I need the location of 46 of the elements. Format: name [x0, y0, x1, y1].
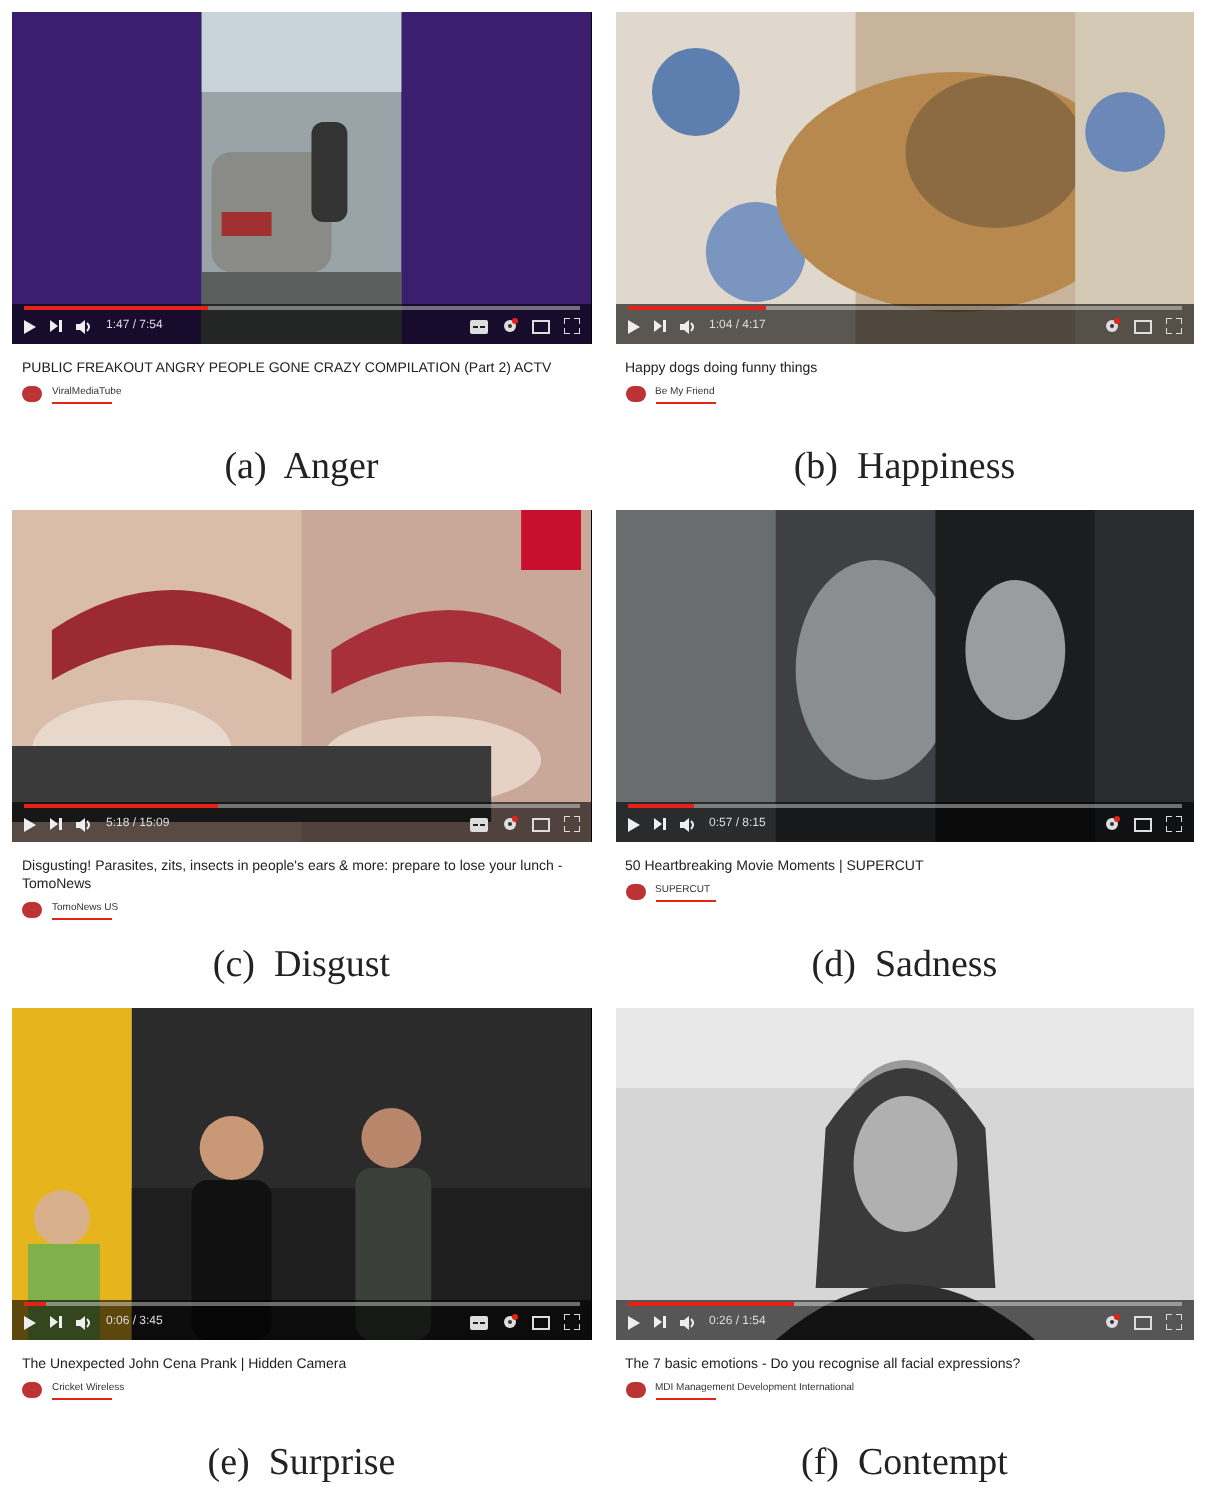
- next-icon[interactable]: [653, 320, 665, 332]
- next-icon[interactable]: [653, 1316, 665, 1328]
- next-icon[interactable]: [653, 818, 665, 830]
- volume-icon[interactable]: [76, 1315, 92, 1329]
- channel-avatar: [22, 386, 42, 402]
- channel-avatar: [22, 902, 42, 918]
- settings-icon[interactable]: [501, 318, 517, 334]
- settings-icon[interactable]: [501, 816, 517, 832]
- play-icon[interactable]: [627, 1315, 639, 1329]
- theater-icon[interactable]: [1134, 319, 1152, 333]
- play-icon[interactable]: [24, 817, 36, 831]
- fullscreen-icon[interactable]: [1166, 816, 1182, 832]
- play-icon[interactable]: [627, 817, 639, 831]
- volume-icon[interactable]: [76, 319, 92, 333]
- figure-caption: (a) Anger: [224, 444, 379, 493]
- fullscreen-icon[interactable]: [563, 1314, 579, 1330]
- channel-avatar: [625, 386, 645, 402]
- figure-caption: (d) Sadness: [811, 942, 998, 991]
- volume-icon[interactable]: [679, 817, 695, 831]
- figure-caption: (c) Disgust: [212, 942, 391, 991]
- theater-icon[interactable]: [531, 1315, 549, 1329]
- theater-icon[interactable]: [1134, 817, 1152, 831]
- settings-icon[interactable]: [1104, 1314, 1120, 1330]
- play-icon[interactable]: [24, 319, 36, 333]
- play-icon[interactable]: [24, 1315, 36, 1329]
- figure-caption: (f) Contempt: [801, 1440, 1008, 1489]
- channel-avatar: [625, 884, 645, 900]
- next-icon[interactable]: [50, 1316, 62, 1328]
- fullscreen-icon[interactable]: [1166, 318, 1182, 334]
- fullscreen-icon[interactable]: [563, 816, 579, 832]
- theater-icon[interactable]: [531, 319, 549, 333]
- channel-avatar: [625, 1382, 645, 1398]
- theater-icon[interactable]: [531, 817, 549, 831]
- next-icon[interactable]: [50, 818, 62, 830]
- volume-icon[interactable]: [76, 817, 92, 831]
- channel-avatar: [22, 1382, 42, 1398]
- volume-icon[interactable]: [679, 319, 695, 333]
- settings-icon[interactable]: [501, 1314, 517, 1330]
- settings-icon[interactable]: [1104, 816, 1120, 832]
- play-icon[interactable]: [627, 319, 639, 333]
- figure-caption: (e) Surprise: [207, 1440, 396, 1489]
- figure-caption: (b) Happiness: [793, 444, 1016, 493]
- next-icon[interactable]: [50, 320, 62, 332]
- fullscreen-icon[interactable]: [563, 318, 579, 334]
- volume-icon[interactable]: [679, 1315, 695, 1329]
- settings-icon[interactable]: [1104, 318, 1120, 334]
